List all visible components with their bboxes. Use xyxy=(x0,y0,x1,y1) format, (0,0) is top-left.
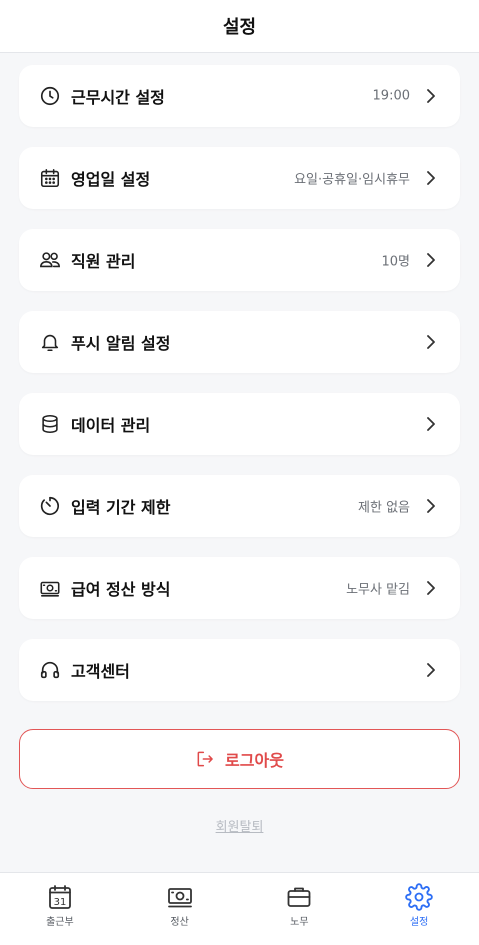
setting-value: 제한 없음 xyxy=(358,500,410,516)
tab-attendance[interactable]: 31 출근부 xyxy=(0,873,120,945)
tab-labor[interactable]: 노무 xyxy=(240,873,360,945)
calendar-31-icon: 31 xyxy=(48,885,71,909)
setting-label: 근무시간 설정 xyxy=(71,88,165,107)
setting-push-notifications[interactable]: 푸시 알림 설정 xyxy=(19,311,460,373)
clock-icon xyxy=(39,85,61,107)
page-title: 설정 xyxy=(222,17,257,38)
tab-label: 정산 xyxy=(170,917,189,928)
chevron-right-icon xyxy=(427,663,435,677)
tab-label: 출근부 xyxy=(46,917,74,928)
setting-customer-center[interactable]: 고객센터 xyxy=(19,639,460,701)
setting-business-days[interactable]: 영업일 설정 요일·공휴일·임시휴무 xyxy=(19,147,460,209)
chevron-right-icon xyxy=(427,171,435,185)
chevron-right-icon xyxy=(427,253,435,267)
money-icon xyxy=(39,577,61,599)
gear-icon xyxy=(405,883,433,911)
users-icon xyxy=(39,249,61,271)
timer-icon xyxy=(39,495,61,517)
setting-value: 요일·공휴일·임시휴무 xyxy=(294,172,410,188)
withdraw-link[interactable]: 회원탈퇴 xyxy=(0,816,479,835)
setting-label: 푸시 알림 설정 xyxy=(71,334,171,353)
tab-settings[interactable]: 설정 xyxy=(359,873,479,945)
money-icon xyxy=(167,888,192,908)
setting-label: 데이터 관리 xyxy=(71,416,151,435)
setting-input-period-limit[interactable]: 입력 기간 제한 제한 없음 xyxy=(19,475,460,537)
logout-button[interactable]: 로그아웃 xyxy=(19,729,460,789)
calendar-day-number: 31 xyxy=(54,897,67,908)
setting-label: 영업일 설정 xyxy=(71,170,151,189)
setting-value: 10명 xyxy=(381,254,410,270)
setting-work-hours[interactable]: 근무시간 설정 19:00 xyxy=(19,65,460,127)
setting-staff[interactable]: 직원 관리 10명 xyxy=(19,229,460,291)
setting-payroll-method[interactable]: 급여 정산 방식 노무사 맡김 xyxy=(19,557,460,619)
setting-value: 19:00 xyxy=(372,88,410,104)
briefcase-icon xyxy=(287,887,311,907)
setting-label: 급여 정산 방식 xyxy=(71,580,171,599)
logout-label: 로그아웃 xyxy=(225,751,284,770)
tab-settlement[interactable]: 정산 xyxy=(120,873,240,945)
headset-icon xyxy=(39,659,61,681)
setting-data-management[interactable]: 데이터 관리 xyxy=(19,393,460,455)
chevron-right-icon xyxy=(427,581,435,595)
setting-label: 고객센터 xyxy=(71,662,130,681)
bottom-tab-bar: 31 출근부 정산 노무 설정 xyxy=(0,872,479,945)
tab-label: 설정 xyxy=(409,917,429,928)
setting-value: 노무사 맡김 xyxy=(346,582,410,598)
settings-list: 근무시간 설정 19:00 영업일 설정 요일·공휴일·임시휴무 직원 관리 1… xyxy=(19,65,460,721)
logout-icon xyxy=(197,751,213,767)
bell-icon xyxy=(39,331,61,353)
chevron-right-icon xyxy=(427,89,435,103)
tab-label: 노무 xyxy=(290,917,309,928)
chevron-right-icon xyxy=(427,335,435,349)
chevron-right-icon xyxy=(427,417,435,431)
setting-label: 입력 기간 제한 xyxy=(71,498,171,517)
header: 설정 xyxy=(0,0,479,53)
chevron-right-icon xyxy=(427,499,435,513)
setting-label: 직원 관리 xyxy=(71,252,136,271)
database-icon xyxy=(39,413,61,435)
calendar-icon xyxy=(39,167,61,189)
